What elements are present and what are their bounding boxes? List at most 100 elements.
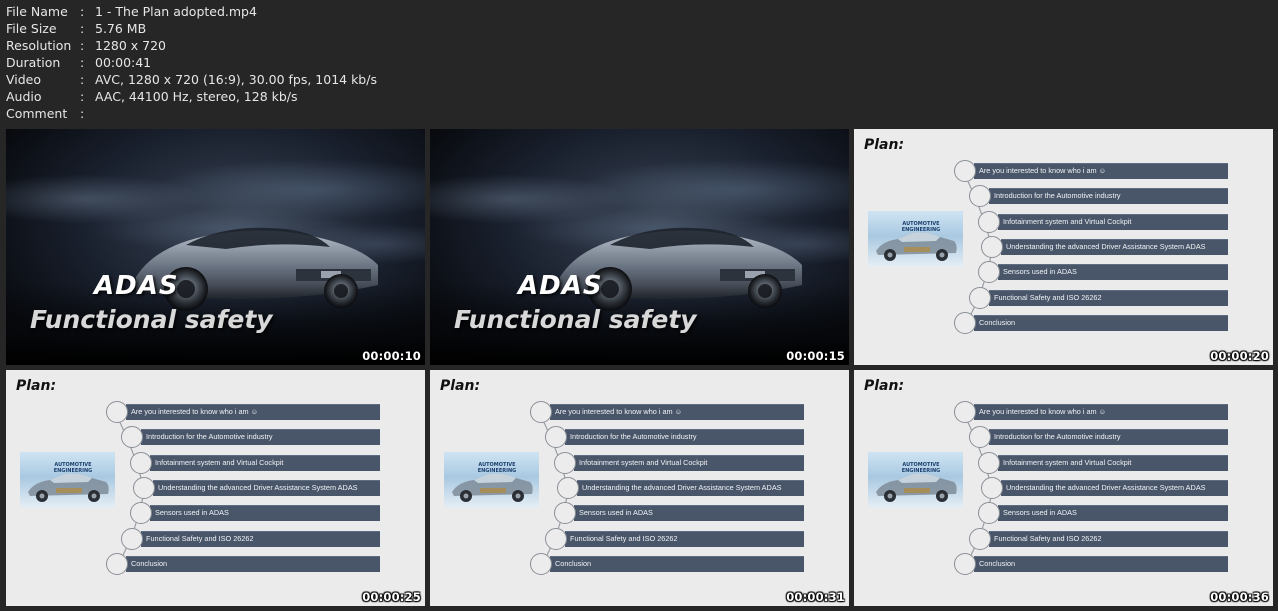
meta-value: 1280 x 720 [95,38,167,53]
plan-item-label: Conclusion [555,559,592,568]
meta-key: Resolution [6,38,72,53]
meta-value: 1 - The Plan adopted.mp4 [95,4,257,19]
file-metadata: File Name : 1 - The Plan adopted.mp4 Fil… [6,3,377,122]
plan-item: Infotainment system and Virtual Cockpit [854,452,1228,474]
meta-value: 5.76 MB [95,21,147,36]
plan-item-bullet-circle [954,312,976,334]
plan-item-bullet-circle [130,452,152,474]
meta-separator: : [80,21,85,36]
meta-key: Duration [6,55,61,70]
plan-item-bullet-circle [554,452,576,474]
plan-item-label: Sensors used in ADAS [155,508,229,517]
plan-item: Infotainment system and Virtual Cockpit [854,211,1228,233]
meta-separator: : [80,89,85,104]
plan-item-label: Are you interested to know who i am ☺ [555,407,683,416]
thumbnail-3[interactable]: Plan: AUTOMOTIVE ENGINEERING Are you int… [854,129,1273,365]
meta-key: Audio [6,89,42,104]
plan-item-label: Infotainment system and Virtual Cockpit [1003,458,1132,467]
plan-item: Understanding the advanced Driver Assist… [430,477,804,499]
plan-item: Are you interested to know who i am ☺ [854,401,1228,423]
meta-value: AVC, 1280 x 720 (16:9), 30.00 fps, 1014 … [95,72,377,87]
plan-item-bullet-circle [121,528,143,550]
plan-item-label: Conclusion [131,559,168,568]
meta-separator: : [80,4,85,19]
slide-subtitle-functional-safety: Functional safety [30,305,273,334]
timestamp: 00:00:10 [362,349,421,363]
plan-item-label: Understanding the advanced Driver Assist… [1006,242,1206,251]
plan-item: Sensors used in ADAS [6,502,380,524]
plan-item-bullet-circle [530,401,552,423]
plan-item: Functional Safety and ISO 26262 [6,528,380,550]
timestamp: 00:00:20 [1210,349,1269,363]
plan-item-bullet-circle [545,426,567,448]
plan-item-bullet-circle [969,185,991,207]
meta-row-file-name: File Name : 1 - The Plan adopted.mp4 [6,3,377,20]
plan-item-bullet-circle [106,553,128,575]
plan-item: Conclusion [854,312,1228,334]
plan-item: Are you interested to know who i am ☺ [854,160,1228,182]
plan-item: Introduction for the Automotive industry [430,426,804,448]
meta-row-video: Video : AVC, 1280 x 720 (16:9), 30.00 fp… [6,71,377,88]
plan-item-bullet-circle [530,553,552,575]
plan-item-label: Introduction for the Automotive industry [146,432,273,441]
plan-item-bullet-circle [106,401,128,423]
plan-item-label: Understanding the advanced Driver Assist… [158,483,358,492]
plan-item-bullet-circle [978,261,1000,283]
plan-item-label: Conclusion [979,318,1016,327]
meta-row-audio: Audio : AAC, 44100 Hz, stereo, 128 kb/s [6,88,377,105]
plan-item-label: Infotainment system and Virtual Cockpit [1003,217,1132,226]
plan-item-bullet-circle [130,502,152,524]
plan-item: Are you interested to know who i am ☺ [6,401,380,423]
plan-item: Infotainment system and Virtual Cockpit [430,452,804,474]
video-contact-sheet: File Name : 1 - The Plan adopted.mp4 Fil… [0,0,1278,611]
plan-item-label: Are you interested to know who i am ☺ [979,166,1107,175]
plan-item-label: Introduction for the Automotive industry [994,191,1121,200]
plan-item: Understanding the advanced Driver Assist… [6,477,380,499]
thumbnail-1[interactable]: ADAS Functional safety 00:00:10 [6,129,425,365]
plan-item: Sensors used in ADAS [854,502,1228,524]
plan-item-bullet-circle [954,160,976,182]
slide-title-adas: ADAS [94,271,179,301]
slide-subtitle-functional-safety: Functional safety [454,305,697,334]
plan-item-bullet-circle [978,211,1000,233]
plan-item-bullet-circle [969,528,991,550]
plan-item-label: Introduction for the Automotive industry [994,432,1121,441]
thumbnail-6[interactable]: Plan: AUTOMOTIVE ENGINEERING Are you int… [854,370,1273,606]
plan-item-label: Functional Safety and ISO 26262 [994,293,1102,302]
plan-item-label: Sensors used in ADAS [1003,267,1077,276]
plan-item-bullet-circle [554,502,576,524]
meta-separator: : [80,38,85,53]
plan-item-label: Sensors used in ADAS [1003,508,1077,517]
plan-item-bullet-circle [969,287,991,309]
plan-item-label: Functional Safety and ISO 26262 [146,534,254,543]
plan-item-label: Are you interested to know who i am ☺ [979,407,1107,416]
plan-item: Conclusion [6,553,380,575]
plan-item-bullet-circle [133,477,155,499]
thumbnail-2[interactable]: ADAS Functional safety 00:00:15 [430,129,849,365]
meta-row-duration: Duration : 00:00:41 [6,54,377,71]
plan-item: Infotainment system and Virtual Cockpit [6,452,380,474]
plan-item: Conclusion [430,553,804,575]
plan-item-bullet-circle [545,528,567,550]
slide-title-adas: ADAS [518,271,603,301]
plan-item-label: Infotainment system and Virtual Cockpit [155,458,284,467]
plan-item: Understanding the advanced Driver Assist… [854,236,1228,258]
plan-item: Sensors used in ADAS [854,261,1228,283]
plan-item-label: Understanding the advanced Driver Assist… [582,483,782,492]
plan-item-bullet-circle [954,553,976,575]
plan-item-bullet-circle [969,426,991,448]
plan-item-bullet-circle [981,477,1003,499]
meta-key: Video [6,72,42,87]
thumbnail-5[interactable]: Plan: AUTOMOTIVE ENGINEERING Are you int… [430,370,849,606]
plan-item-bullet-circle [557,477,579,499]
plan-item-label: Understanding the advanced Driver Assist… [1006,483,1206,492]
meta-row-resolution: Resolution : 1280 x 720 [6,37,377,54]
thumbnail-4[interactable]: Plan: AUTOMOTIVE ENGINEERING Are you int… [6,370,425,606]
meta-separator: : [80,72,85,87]
meta-separator: : [80,106,85,121]
meta-value: 00:00:41 [95,55,152,70]
plan-item-label: Functional Safety and ISO 26262 [570,534,678,543]
plan-item: Introduction for the Automotive industry [854,185,1228,207]
plan-item-bullet-circle [121,426,143,448]
plan-item: Functional Safety and ISO 26262 [854,528,1228,550]
